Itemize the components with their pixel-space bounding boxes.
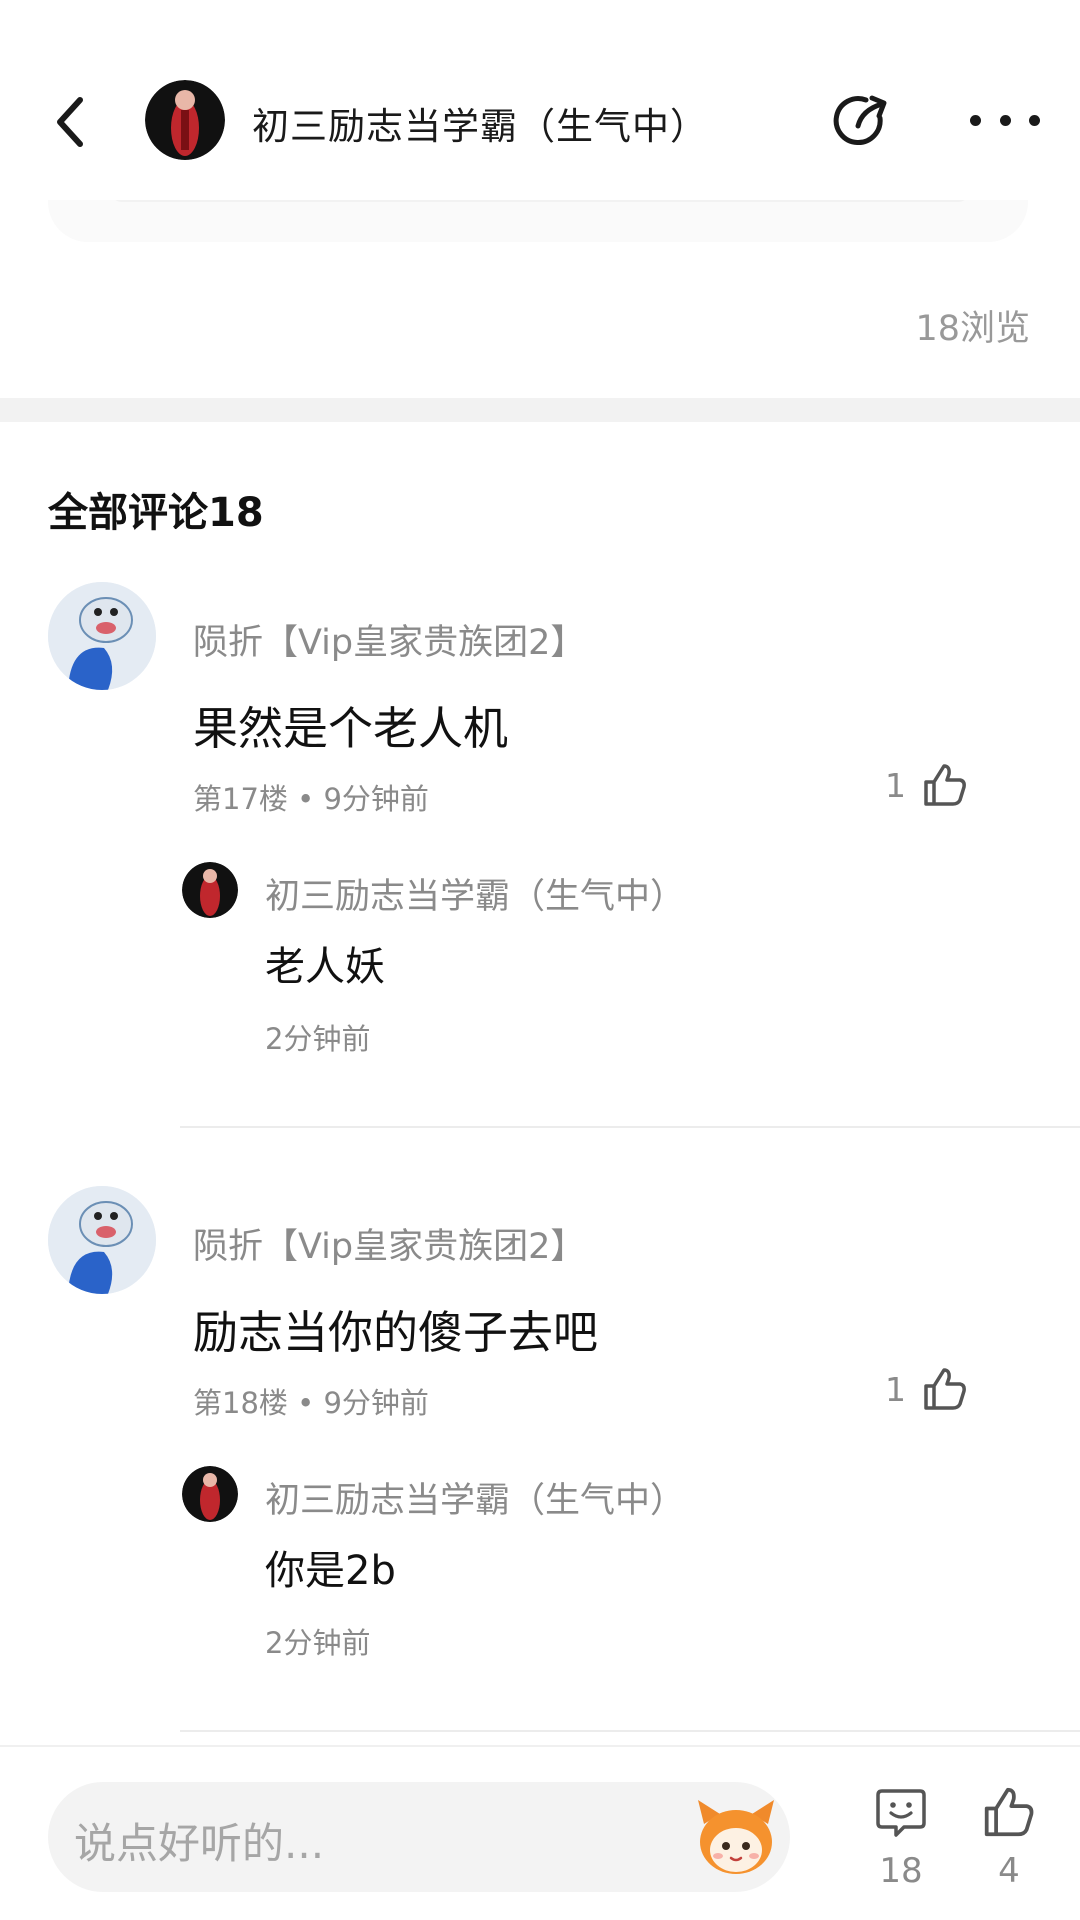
replier-name[interactable]: 初三励志当学霸（生气中） [265,1472,685,1523]
comment-input[interactable]: 说点好听的... [48,1782,790,1892]
commenter-avatar[interactable] [48,1186,156,1294]
comment-count-button[interactable]: 18 [866,1785,936,1891]
comment-meta: 第18楼 • 9分钟前 [193,1386,429,1420]
comment-count: 18 [879,1851,923,1891]
more-dot [999,114,1011,126]
more-dots-icon [970,114,981,126]
like-count: 4 [998,1851,1020,1891]
reply-time: 2分钟前 [265,1022,371,1056]
comment-like-count: 1 [885,765,906,805]
back-button[interactable] [40,92,100,152]
bottom-action-bar: 说点好听的... 18 4 [0,1745,1080,1920]
commenter-name[interactable]: 陨折【Vip皇家贵族团2】 [193,614,585,665]
author-name[interactable]: 初三励志当学霸（生气中） [252,96,708,150]
comment-bubble-icon [876,1789,926,1837]
reply-time: 2分钟前 [265,1626,371,1660]
comment-like-button[interactable]: 1 [885,1366,968,1412]
commenter-name[interactable]: 陨折【Vip皇家贵族团2】 [193,1218,585,1269]
section-divider [0,398,1080,422]
more-dot [1029,114,1040,126]
comment-separator [180,1730,1080,1732]
comment-text: 励志当你的傻子去吧 [193,1306,599,1359]
post-like-button[interactable]: 4 [974,1785,1044,1891]
comment-input-placeholder: 说点好听的... [74,1819,325,1868]
more-button[interactable] [970,100,1040,140]
commenter-avatar[interactable] [48,582,156,690]
thumbs-up-icon [924,764,966,806]
comment-like-button[interactable]: 1 [885,762,968,808]
replier-avatar[interactable] [182,1466,238,1522]
emoji-mascot-icon[interactable] [694,1794,778,1878]
reply-text: 你是2b [265,1548,396,1594]
thumbs-up-icon [924,1368,966,1410]
share-button[interactable] [830,90,894,154]
top-nav-bar: 初三励志当学霸（生气中） [0,0,1080,200]
comment-meta: 第17楼 • 9分钟前 [193,782,429,816]
comment-text: 果然是个老人机 [193,702,509,755]
comment-like-count: 1 [885,1369,906,1409]
author-avatar[interactable] [145,80,225,160]
reply-text: 老人妖 [265,944,385,990]
share-icon [833,95,887,146]
thumbs-up-icon [984,1787,1034,1837]
comments-section-title: 全部评论18 [48,490,264,536]
replier-avatar[interactable] [182,862,238,918]
comment-separator [180,1126,1080,1128]
view-count: 18浏览 [915,309,1030,349]
replier-name[interactable]: 初三励志当学霸（生气中） [265,868,685,919]
chevron-left-icon [57,97,83,147]
